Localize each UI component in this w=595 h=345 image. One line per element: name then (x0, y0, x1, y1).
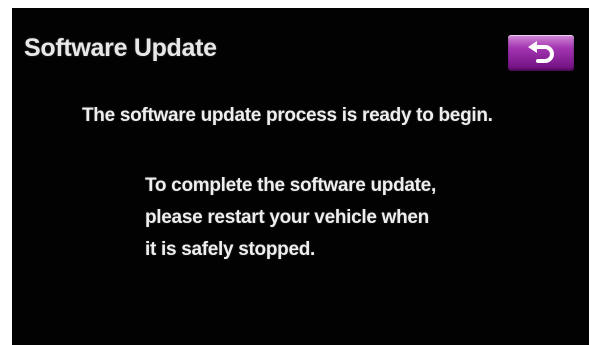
instruction-line: it is safely stopped. (145, 239, 316, 260)
instruction-line: To complete the software update, (145, 175, 436, 196)
back-arrow-icon (526, 41, 556, 65)
back-button[interactable] (508, 35, 574, 71)
display-screen: Software Update The software update proc… (12, 8, 589, 345)
restart-instructions: To complete the software update, please … (145, 170, 436, 266)
instruction-line: please restart your vehicle when (145, 207, 429, 228)
ready-message: The software update process is ready to … (82, 105, 493, 126)
page-title: Software Update (24, 34, 217, 62)
